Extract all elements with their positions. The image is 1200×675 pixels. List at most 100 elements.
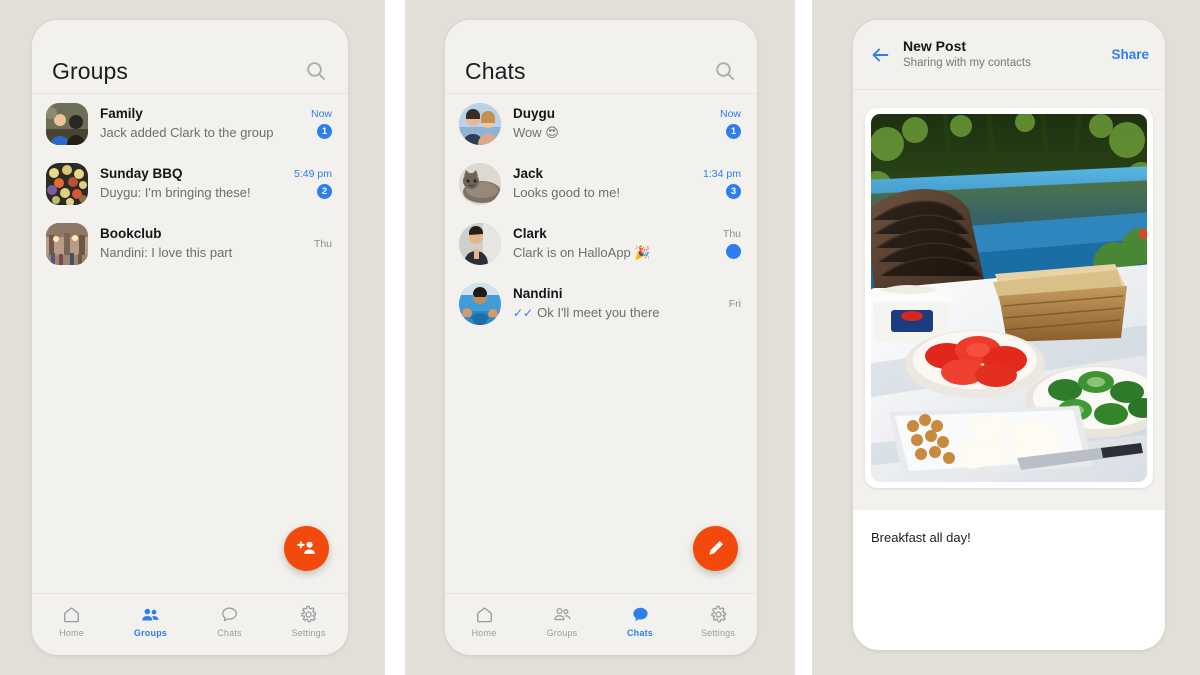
list-item-name: Sunday BBQ [100, 166, 183, 182]
unread-count-badge: 2 [317, 184, 332, 200]
page-title: Groups [52, 58, 129, 84]
list-item-text: Family Jack added Clark to the group [100, 105, 274, 142]
group-bookclub-photo[interactable] [46, 223, 88, 265]
double-check-icon: ✓✓ [513, 306, 534, 321]
list-item-preview: Looks good to me! [513, 184, 683, 202]
list-item-name: Jack [513, 166, 544, 182]
unread-dot-badge [726, 244, 741, 260]
group-list-item[interactable]: Bookclub Nandini: I love this part Thu [32, 214, 348, 274]
tab-groups[interactable]: Groups [523, 594, 601, 649]
list-item-preview-text: Duygu: I'm bringing these! [100, 185, 251, 201]
list-item-name: Clark [513, 226, 547, 242]
new-post-header: New Post Sharing with my contacts Share [853, 20, 1165, 90]
page-title: Chats [465, 58, 526, 84]
list-item-meta: Now 1 [695, 109, 741, 140]
tab-home[interactable]: Home [32, 594, 111, 649]
list-item-preview: ✓✓ Ok I'll meet you there [513, 304, 683, 322]
share-button[interactable]: Share [1111, 47, 1149, 62]
tab-label: Settings [291, 628, 326, 638]
chats-icon [220, 605, 239, 624]
contact-clark-photo[interactable] [459, 223, 501, 265]
list-item-timestamp: Thu [722, 227, 741, 240]
group-list-item[interactable]: Family Jack added Clark to the group Now 1 [32, 94, 348, 154]
breakfast-poolside-photo[interactable] [871, 114, 1147, 482]
list-item-text: Bookclub Nandini: I love this part [100, 225, 274, 262]
chat-list-item[interactable]: Clark Clark is on HalloApp 🎉 Thu [445, 214, 757, 274]
home-icon [475, 605, 494, 624]
tab-label: Chats [217, 628, 242, 638]
groups-icon [141, 605, 160, 624]
tab-label: Chats [626, 628, 653, 638]
list-item-text: Clark Clark is on HalloApp 🎉 [513, 225, 683, 262]
post-caption-text: Breakfast all day! [871, 530, 971, 545]
group-family-photo[interactable] [46, 103, 88, 145]
tab-chats[interactable]: Chats [601, 594, 679, 649]
group-list-item[interactable]: Sunday BBQ Duygu: I'm bringing these! 5:49… [32, 154, 348, 214]
list-item-preview-text: Clark is on HalloApp 🎉 [513, 245, 651, 261]
search-icon[interactable] [713, 59, 737, 83]
tab-label: Settings [700, 628, 736, 638]
new-post-titles: New Post Sharing with my contacts [903, 37, 1099, 71]
tab-label: Home [471, 628, 497, 638]
phone-chats: Chats Duygu Wow 😍 Now 1 Jack Looks good to me… [445, 20, 757, 655]
contact-nandini-photo[interactable] [459, 283, 501, 325]
list-item-meta: 1:34 pm 3 [695, 169, 741, 200]
tab-label: Groups [133, 628, 168, 638]
list-item-timestamp: Fri [728, 297, 741, 310]
tab-chats[interactable]: Chats [190, 594, 269, 649]
list-item-timestamp: 1:34 pm [703, 167, 741, 180]
post-photo-area [853, 90, 1165, 488]
list-item-name: Nandini [513, 286, 563, 302]
tab-settings[interactable]: Settings [269, 594, 348, 649]
chat-list-item[interactable]: Duygu Wow 😍 Now 1 [445, 94, 757, 154]
search-icon[interactable] [304, 59, 328, 83]
compose-message-button[interactable] [693, 526, 738, 571]
list-item-preview-text: Nandini: I love this part [100, 245, 233, 261]
list-item-meta: 5:49 pm 2 [286, 169, 332, 200]
phone-new-post: New Post Sharing with my contacts Share [853, 20, 1165, 650]
chats-icon [631, 605, 650, 624]
unread-count-badge: 1 [726, 124, 741, 140]
chats-header: Chats [445, 20, 757, 94]
list-item-text: Jack Looks good to me! [513, 165, 683, 202]
list-item-timestamp: Now [310, 107, 332, 120]
list-item-name: Duygu [513, 106, 555, 122]
phone-groups: Groups Family Jack added Clark to the gro… [32, 20, 348, 655]
list-item-name: Family [100, 106, 143, 122]
list-item-preview-text: Wow 😍 [513, 125, 559, 141]
post-gap [853, 488, 1165, 510]
tab-settings[interactable]: Settings [679, 594, 757, 649]
contact-duygu-photo[interactable] [459, 103, 501, 145]
list-item-preview: Nandini: I love this part [100, 244, 274, 262]
post-caption-area[interactable]: Breakfast all day! [853, 510, 1165, 650]
post-photo-card [865, 108, 1153, 488]
list-item-text: Sunday BBQ Duygu: I'm bringing these! [100, 165, 274, 202]
groups-header: Groups [32, 20, 348, 94]
add-group-button[interactable] [284, 526, 329, 571]
tab-groups[interactable]: Groups [111, 594, 190, 649]
gear-icon [709, 605, 728, 624]
group-bbq-photo[interactable] [46, 163, 88, 205]
chat-list-item[interactable]: Jack Looks good to me! 1:34 pm 3 [445, 154, 757, 214]
groups-list: Family Jack added Clark to the group Now 1 S… [32, 94, 348, 593]
chats-list: Duygu Wow 😍 Now 1 Jack Looks good to me! 1:34 … [445, 94, 757, 593]
tab-home[interactable]: Home [445, 594, 523, 649]
back-arrow-icon[interactable] [869, 44, 891, 66]
groups-icon [553, 605, 572, 624]
share-audience-label: Sharing with my contacts [903, 57, 1031, 70]
tab-label: Groups [546, 628, 578, 638]
list-item-timestamp: Now [719, 107, 741, 120]
list-item-meta: Now 1 [286, 109, 332, 140]
list-item-preview: Duygu: I'm bringing these! [100, 184, 274, 202]
gear-icon [299, 605, 318, 624]
home-icon [62, 605, 81, 624]
unread-count-badge: 3 [726, 184, 741, 200]
chats-screen: Chats Duygu Wow 😍 Now 1 Jack Looks good to me… [445, 20, 757, 655]
list-item-preview: Jack added Clark to the group [100, 124, 274, 142]
contact-jack-photo[interactable] [459, 163, 501, 205]
groups-screen: Groups Family Jack added Clark to the gro… [32, 20, 348, 655]
chat-list-item[interactable]: Nandini ✓✓ Ok I'll meet you there Fri [445, 274, 757, 334]
tab-label: Home [59, 628, 84, 638]
list-item-preview-text: Jack added Clark to the group [100, 125, 274, 141]
unread-count-badge: 1 [317, 124, 332, 140]
